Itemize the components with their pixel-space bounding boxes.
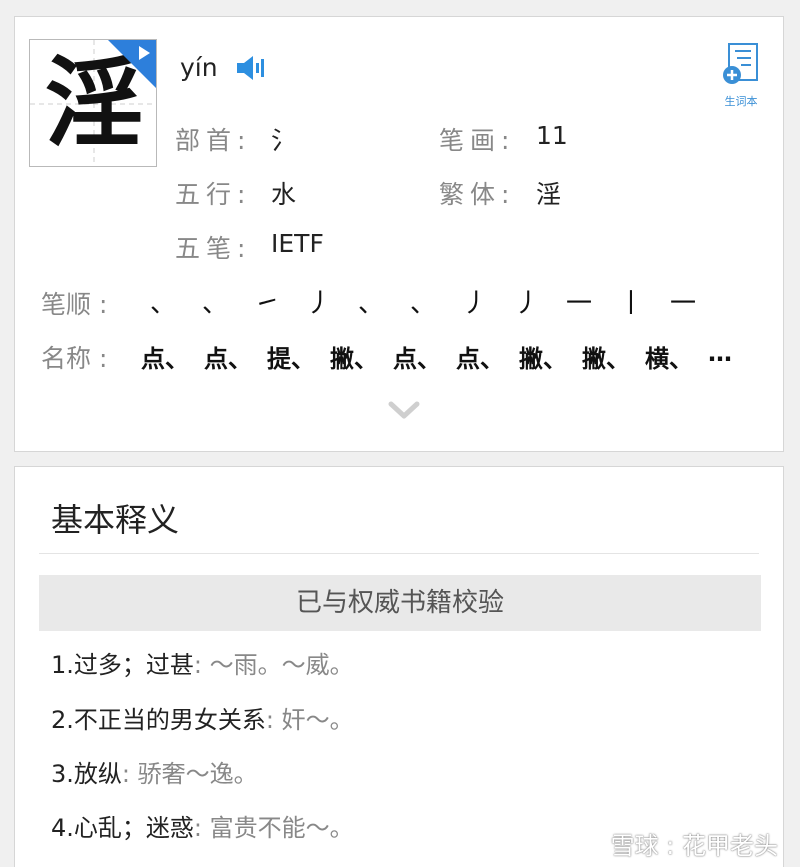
stroke-order-list: 、 、 ㇀ 丿 、 、 丿 丿 一 丨 一: [137, 283, 709, 320]
divider: [39, 553, 759, 554]
definition-text: 2.不正当的男女关系: [51, 706, 266, 734]
stroke: 一: [565, 289, 592, 319]
stroke: 丿: [305, 289, 332, 319]
radical-label: 部首:: [175, 126, 252, 155]
section-title: 基本释义: [51, 501, 180, 539]
stroke-name: 撇、: [519, 345, 567, 373]
definition-text: 3.放纵: [51, 760, 122, 788]
stroke: 丿: [513, 289, 540, 319]
stroke: 丨: [617, 289, 644, 319]
pinyin: yín: [180, 53, 218, 82]
definition-example: : ～雨。～威。: [193, 651, 354, 679]
definition-card: 基本释义 已与权威书籍校验 1.过多；过甚: ～雨。～威。 2.不正当的男女关系…: [14, 466, 784, 867]
page: 淫 yín 生词本 部首: 氵 笔画: 11 五行: 水 繁体: 淫 五笔: I…: [0, 0, 800, 867]
wubi-label: 五笔:: [175, 234, 252, 263]
stroke: 、: [149, 289, 176, 319]
definition-text: 1.过多；过甚: [51, 651, 194, 679]
character-box[interactable]: 淫: [29, 39, 157, 167]
definition-example: : 奸～。: [265, 706, 354, 734]
speaker-icon[interactable]: [235, 53, 269, 83]
definition-item: 4.心乱；迷惑: 富贵不能～。: [51, 808, 354, 843]
strokes-value: 11: [536, 121, 568, 150]
stroke-name: 撇、: [330, 345, 378, 373]
wuxing-label: 五行:: [175, 180, 252, 209]
stroke-name: 点、: [204, 345, 252, 373]
stroke: ㇀: [253, 289, 280, 319]
chevron-down-icon[interactable]: [387, 399, 421, 421]
strokes-label: 笔画:: [439, 126, 516, 155]
stroke-name: 点、: [141, 345, 189, 373]
play-icon[interactable]: [139, 46, 150, 60]
stroke-name: 提、: [267, 345, 315, 373]
vocab-book-label: 生词本: [724, 95, 758, 108]
character-card: 淫 yín 生词本 部首: 氵 笔画: 11 五行: 水 繁体: 淫 五笔: I…: [14, 16, 784, 452]
watermark-text: 雪球 : 花甲老头: [610, 832, 778, 860]
definition-example: : 富贵不能～。: [193, 814, 354, 842]
wuxing-value: 水: [271, 180, 297, 209]
stroke-order-label: 笔顺 :: [41, 290, 108, 319]
stroke-name: 撇、: [582, 345, 630, 373]
stroke: 一: [669, 289, 696, 319]
stroke-names-label: 名称 :: [41, 344, 108, 373]
traditional-value: 淫: [536, 180, 562, 209]
vocab-book-button[interactable]: 生词本: [717, 41, 765, 108]
verified-banner: 已与权威书籍校验: [39, 575, 761, 631]
notebook-add-icon: [723, 43, 758, 84]
definition-item: 2.不正当的男女关系: 奸～。: [51, 700, 354, 735]
stroke: 、: [201, 289, 228, 319]
stroke-name: …: [708, 339, 732, 367]
stroke-name: 点、: [393, 345, 441, 373]
definition-item: 1.过多；过甚: ～雨。～威。: [51, 645, 354, 680]
traditional-label: 繁体:: [439, 180, 516, 209]
watermark: 雪球 : 花甲老头: [579, 826, 778, 861]
stroke-name: 点、: [456, 345, 504, 373]
stroke-name: 横、: [645, 345, 693, 373]
definition-text: 4.心乱；迷惑: [51, 814, 194, 842]
radical-value: 氵: [271, 126, 297, 155]
stroke: 、: [409, 289, 436, 319]
definition-item: 3.放纵: 骄奢～逸。: [51, 754, 258, 789]
wubi-value: IETF: [271, 229, 324, 258]
stroke: 、: [357, 289, 384, 319]
snowball-logo-icon: [580, 831, 605, 856]
stroke: 丿: [461, 289, 488, 319]
definition-example: : 骄奢～逸。: [121, 760, 258, 788]
stroke-names-list: 点、 点、 提、 撇、 点、 点、 撇、 撇、 横、 …: [141, 339, 771, 374]
